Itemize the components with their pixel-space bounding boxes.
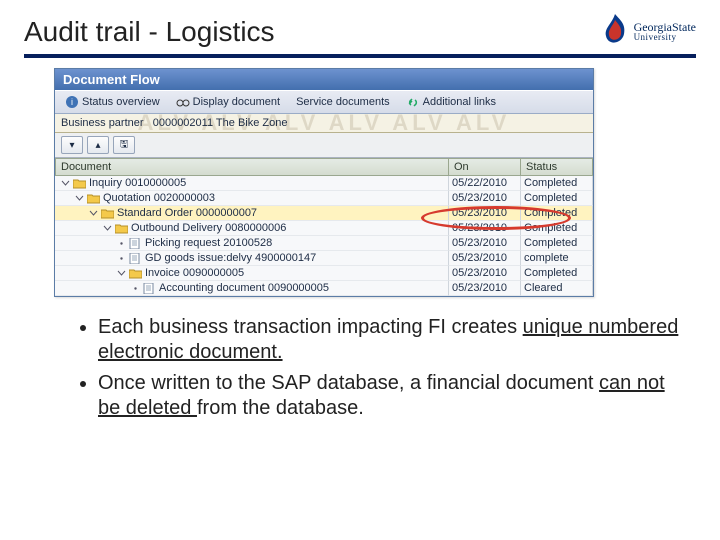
tree-row-label[interactable]: Invoice 0090000005 — [55, 266, 449, 281]
row-text: Outbound Delivery 0080000006 — [131, 222, 286, 234]
bullet-1: Each business transaction impacting FI c… — [98, 315, 684, 365]
title-text: Audit trail - Logistics — [24, 16, 275, 48]
tree-row-date: 05/23/2010 — [449, 221, 521, 236]
chevron-down-icon[interactable] — [103, 224, 112, 233]
business-partner-bar: ALV ALV ALV ALV ALV ALV Business partner… — [55, 114, 593, 133]
row-text: GD goods issue:delvy 4900000147 — [145, 252, 316, 264]
chevron-down-icon[interactable] — [75, 194, 84, 203]
svg-text:i: i — [71, 97, 73, 107]
grid-toolbar: ▾ ▴ 🖫 — [55, 133, 593, 158]
export-button[interactable]: 🖫 — [113, 136, 135, 154]
status-overview-label: Status overview — [82, 96, 160, 108]
row-text: Inquiry 0010000005 — [89, 177, 186, 189]
tree-row-label[interactable]: GD goods issue:delvy 4900000147 — [55, 251, 449, 266]
tree-row-status: complete — [521, 251, 593, 266]
folder-icon — [101, 208, 114, 219]
tree-row-date: 05/22/2010 — [449, 176, 521, 191]
document-icon — [143, 283, 156, 294]
document-icon — [129, 253, 142, 264]
partner-label: Business partner — [61, 117, 144, 129]
slide-bullets: Each business transaction impacting FI c… — [58, 315, 684, 421]
page-title: Audit trail - Logistics GeorgiaState Uni… — [24, 14, 696, 48]
display-document-label: Display document — [193, 96, 280, 108]
folder-icon — [73, 178, 86, 189]
tree-row-date: 05/23/2010 — [449, 191, 521, 206]
collapse-icon: ▴ — [95, 140, 100, 151]
row-text: Quotation 0020000003 — [103, 192, 215, 204]
tree-row-date: 05/23/2010 — [449, 251, 521, 266]
row-text: Accounting document 0090000005 — [159, 282, 329, 294]
info-icon: i — [65, 95, 79, 109]
title-rule — [24, 54, 696, 58]
display-document-button[interactable]: Display document — [172, 94, 284, 110]
tree-leaf-icon — [117, 239, 126, 248]
chevron-down-icon[interactable] — [61, 179, 70, 188]
window-titlebar: Document Flow — [55, 69, 593, 90]
export-icon: 🖫 — [120, 137, 129, 154]
additional-links-label: Additional links — [423, 96, 496, 108]
sap-toolbar: i Status overview Display document Servi… — [55, 90, 593, 114]
document-flow-grid: Document On Status Inquiry 0010000005 05/… — [55, 158, 593, 296]
tree-row-status: Completed — [521, 266, 593, 281]
tree-row-status: Completed — [521, 176, 593, 191]
tree-row-status: Completed — [521, 221, 593, 236]
expand-all-button[interactable]: ▾ — [61, 136, 83, 154]
tree-row-status: Cleared — [521, 281, 593, 296]
folder-icon — [87, 193, 100, 204]
glasses-icon — [176, 95, 190, 109]
tree-row-status: Completed — [521, 206, 593, 221]
tree-row-date: 05/23/2010 — [449, 281, 521, 296]
tree-row-status: Completed — [521, 191, 593, 206]
brand-logo: GeorgiaState University — [602, 14, 696, 48]
tree-row-label[interactable]: Standard Order 0000000007 — [55, 206, 449, 221]
tree-row-label[interactable]: Outbound Delivery 0080000006 — [55, 221, 449, 236]
document-icon — [129, 238, 142, 249]
tree-leaf-icon — [117, 254, 126, 263]
additional-links-button[interactable]: Additional links — [402, 94, 500, 110]
col-status[interactable]: Status — [521, 158, 593, 176]
tree-row-date: 05/23/2010 — [449, 266, 521, 281]
row-text: Standard Order 0000000007 — [117, 207, 257, 219]
col-on[interactable]: On — [449, 158, 521, 176]
expand-icon: ▾ — [69, 140, 74, 151]
row-text: Picking request 20100528 — [145, 237, 272, 249]
logo-sub: University — [634, 33, 696, 42]
tree-row-label[interactable]: Quotation 0020000003 — [55, 191, 449, 206]
row-text: Invoice 0090000005 — [145, 267, 244, 279]
tree-row-status: Completed — [521, 236, 593, 251]
link-icon — [406, 95, 420, 109]
status-overview-button[interactable]: i Status overview — [61, 94, 164, 110]
folder-icon — [129, 268, 142, 279]
chevron-down-icon[interactable] — [117, 269, 126, 278]
chevron-down-icon[interactable] — [89, 209, 98, 218]
service-documents-label: Service documents — [296, 96, 390, 108]
service-documents-button[interactable]: Service documents — [292, 95, 394, 109]
tree-row-date: 05/23/2010 — [449, 206, 521, 221]
tree-row-label[interactable]: Picking request 20100528 — [55, 236, 449, 251]
tree-leaf-icon — [131, 284, 140, 293]
col-document[interactable]: Document — [55, 158, 449, 176]
collapse-all-button[interactable]: ▴ — [87, 136, 109, 154]
logo-name: GeorgiaState — [634, 21, 696, 33]
bullet-2: Once written to the SAP database, a fina… — [98, 371, 684, 421]
tree-row-label[interactable]: Accounting document 0090000005 — [55, 281, 449, 296]
sap-window: Document Flow i Status overview Display … — [54, 68, 594, 297]
tree-row-date: 05/23/2010 — [449, 236, 521, 251]
partner-value: 0000002011 The Bike Zone — [153, 117, 288, 129]
tree-row-label[interactable]: Inquiry 0010000005 — [55, 176, 449, 191]
flame-icon — [602, 14, 628, 48]
folder-icon — [115, 223, 128, 234]
